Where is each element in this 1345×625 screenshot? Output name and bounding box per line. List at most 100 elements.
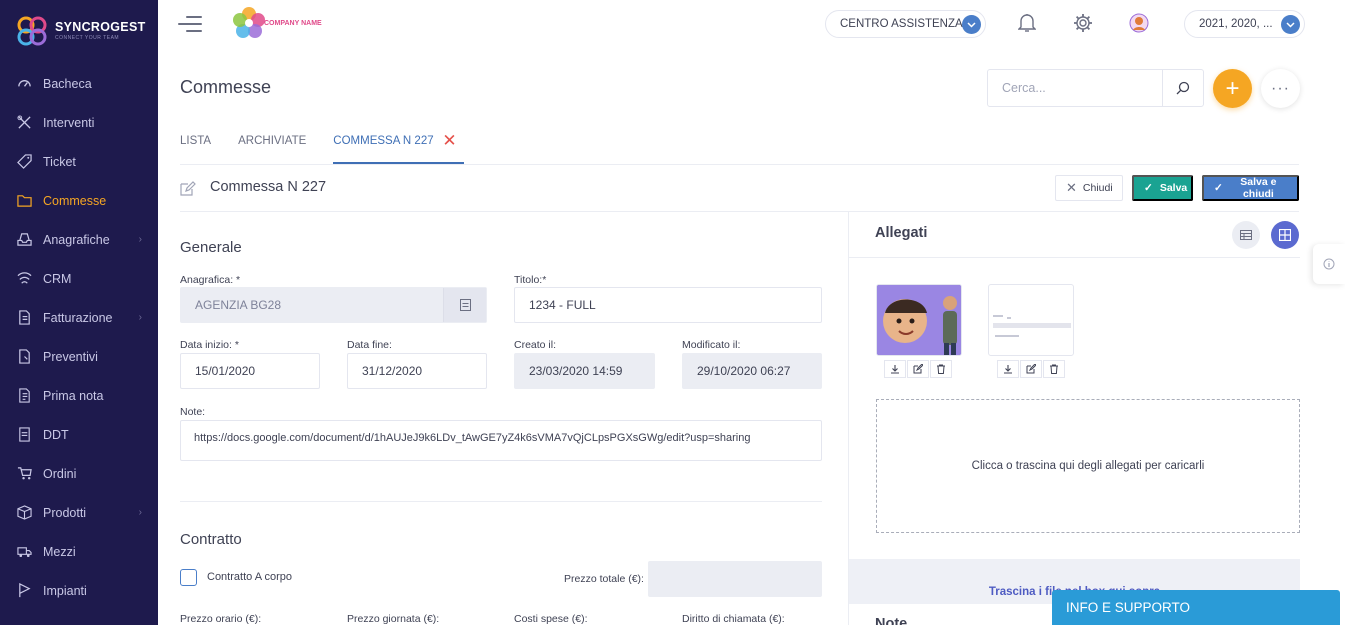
edit-icon[interactable]	[1020, 360, 1042, 378]
save-button[interactable]: ✓ Salva	[1132, 175, 1193, 201]
company-name: COMPANY NAME	[264, 19, 322, 27]
notes-section-title: Note	[875, 616, 908, 625]
prezzo-totale-label: Prezzo totale (€):	[564, 573, 644, 585]
avatar-image-icon	[877, 285, 961, 355]
table-icon	[1240, 230, 1252, 240]
sidebar-item-prodotti[interactable]: Prodotti ›	[0, 493, 158, 532]
attachment-thumbnail-document[interactable]	[988, 284, 1074, 356]
data-fine-field[interactable]: 31/12/2020	[347, 353, 487, 389]
ticket-icon	[16, 154, 32, 170]
a-corpo-checkbox[interactable]	[180, 569, 197, 586]
gear-icon[interactable]	[1071, 11, 1095, 35]
sidebar-item-crm[interactable]: CRM	[0, 259, 158, 298]
user-avatar-icon[interactable]	[1127, 11, 1151, 35]
attachment-actions	[997, 360, 1066, 378]
edit-icon	[180, 181, 196, 196]
tab-label: ARCHIVIATE	[238, 135, 307, 147]
dashboard-icon	[16, 76, 32, 92]
trash-icon[interactable]	[930, 360, 952, 378]
sidebar-item-ddt[interactable]: DDT	[0, 415, 158, 454]
sidebar: SYNCROGEST CONNECT YOUR TEAM Bacheca Int…	[0, 0, 158, 625]
sidebar-item-bacheca[interactable]: Bacheca	[0, 64, 158, 103]
info-support-bar[interactable]: INFO E SUPPORTO	[1052, 590, 1340, 625]
trash-icon[interactable]	[1043, 360, 1065, 378]
chevron-down-icon	[962, 15, 981, 34]
upload-dropzone[interactable]: Clicca o trascina qui degli allegati per…	[876, 399, 1300, 533]
years-label: 2021, 2020, ...	[1199, 18, 1273, 30]
sidebar-item-label: Ticket	[43, 154, 76, 169]
sidebar-item-mezzi[interactable]: Mezzi	[0, 532, 158, 571]
download-icon[interactable]	[884, 360, 906, 378]
chevron-right-icon: ›	[138, 312, 142, 323]
tabs-bar: LISTA ARCHIVIATE COMMESSA N 227 ✕	[180, 127, 1299, 165]
close-button[interactable]: ✕ Chiudi	[1055, 175, 1123, 201]
sidebar-item-label: Interventi	[43, 115, 95, 130]
tools-icon	[16, 115, 32, 131]
list-view-button[interactable]	[1232, 221, 1260, 249]
save-and-close-button[interactable]: ✓ Salva e chiudi	[1202, 175, 1299, 201]
sidebar-item-impianti[interactable]: Impianti	[0, 571, 158, 610]
modificato-label: Modificato il:	[682, 339, 741, 351]
app-logo[interactable]: SYNCROGEST CONNECT YOUR TEAM	[0, 0, 158, 62]
sidebar-item-label: Fatturazione	[43, 310, 113, 325]
crm-icon	[16, 271, 32, 287]
attachment-thumbnail-image[interactable]	[876, 284, 962, 356]
a-corpo-label: Contratto A corpo	[207, 571, 292, 583]
titolo-label: Titolo:*	[514, 274, 547, 286]
tab-label: COMMESSA N 227	[333, 135, 434, 147]
data-fine-label: Data fine:	[347, 339, 392, 351]
sidebar-item-ticket[interactable]: Ticket	[0, 142, 158, 181]
more-options-button[interactable]: ···	[1261, 69, 1300, 108]
info-icon	[1323, 258, 1335, 270]
data-inizio-field[interactable]: 15/01/2020	[180, 353, 320, 389]
folder-icon	[16, 193, 32, 209]
search-input[interactable]	[988, 70, 1162, 106]
add-button[interactable]: +	[1213, 69, 1252, 108]
lookup-button[interactable]	[443, 288, 486, 322]
titolo-value: 1234 - FULL	[529, 298, 596, 312]
sidebar-item-label: Preventivi	[43, 349, 98, 364]
note-textarea[interactable]: https://docs.google.com/document/d/1hAUJ…	[180, 420, 822, 461]
sidebar-item-ordini[interactable]: Ordini	[0, 454, 158, 493]
cart-icon	[16, 466, 32, 482]
diritto-chiamata-label: Diritto di chiamata (€):	[682, 613, 785, 625]
grid-view-button[interactable]	[1271, 221, 1299, 249]
anagrafica-field[interactable]: AGENZIA BG28	[180, 287, 487, 323]
note-label: Note:	[180, 406, 206, 418]
notes-icon	[16, 388, 32, 404]
tab-label: LISTA	[180, 135, 212, 147]
sidebar-item-fatturazione[interactable]: Fatturazione ›	[0, 298, 158, 337]
close-tab-icon[interactable]: ✕	[442, 132, 456, 149]
tab-commessa[interactable]: COMMESSA N 227 ✕	[333, 127, 464, 164]
download-icon[interactable]	[997, 360, 1019, 378]
modificato-value: 29/10/2020 06:27	[697, 364, 791, 378]
side-info-tab[interactable]	[1313, 244, 1345, 284]
sidebar-item-label: Mezzi	[43, 544, 76, 559]
sidebar-item-commesse[interactable]: Commesse	[0, 181, 158, 220]
sidebar-item-preventivi[interactable]: Preventivi	[0, 337, 158, 376]
tab-archiviate[interactable]: ARCHIVIATE	[238, 127, 306, 164]
titolo-field[interactable]: 1234 - FULL	[514, 287, 822, 323]
data-inizio-value: 15/01/2020	[195, 364, 256, 378]
chevron-right-icon: ›	[138, 507, 142, 518]
menu-toggle-icon[interactable]	[178, 16, 202, 32]
document-preview-icon	[993, 315, 1071, 337]
sidebar-item-anagrafiche[interactable]: Anagrafiche ›	[0, 220, 158, 259]
sidebar-item-prima-nota[interactable]: Prima nota	[0, 376, 158, 415]
save-label: Salva	[1159, 182, 1188, 194]
sidebar-item-interventi[interactable]: Interventi	[0, 103, 158, 142]
search-button[interactable]	[1162, 70, 1203, 106]
attachments-header: Allegati	[849, 212, 1300, 258]
tab-lista[interactable]: LISTA	[180, 127, 211, 164]
years-dropdown[interactable]: 2021, 2020, ...	[1184, 10, 1305, 38]
support-center-label: CENTRO ASSISTENZA	[840, 18, 963, 30]
quote-icon	[16, 349, 32, 365]
support-center-dropdown[interactable]: CENTRO ASSISTENZA	[825, 10, 986, 38]
section-title-generale: Generale	[180, 239, 242, 256]
sidebar-item-label: Impianti	[43, 583, 87, 598]
sidebar-item-label: CRM	[43, 271, 72, 286]
check-icon: ✓	[1144, 182, 1153, 194]
edit-icon[interactable]	[907, 360, 929, 378]
company-logo: COMPANY NAME	[232, 6, 322, 40]
bell-icon[interactable]	[1015, 11, 1039, 35]
